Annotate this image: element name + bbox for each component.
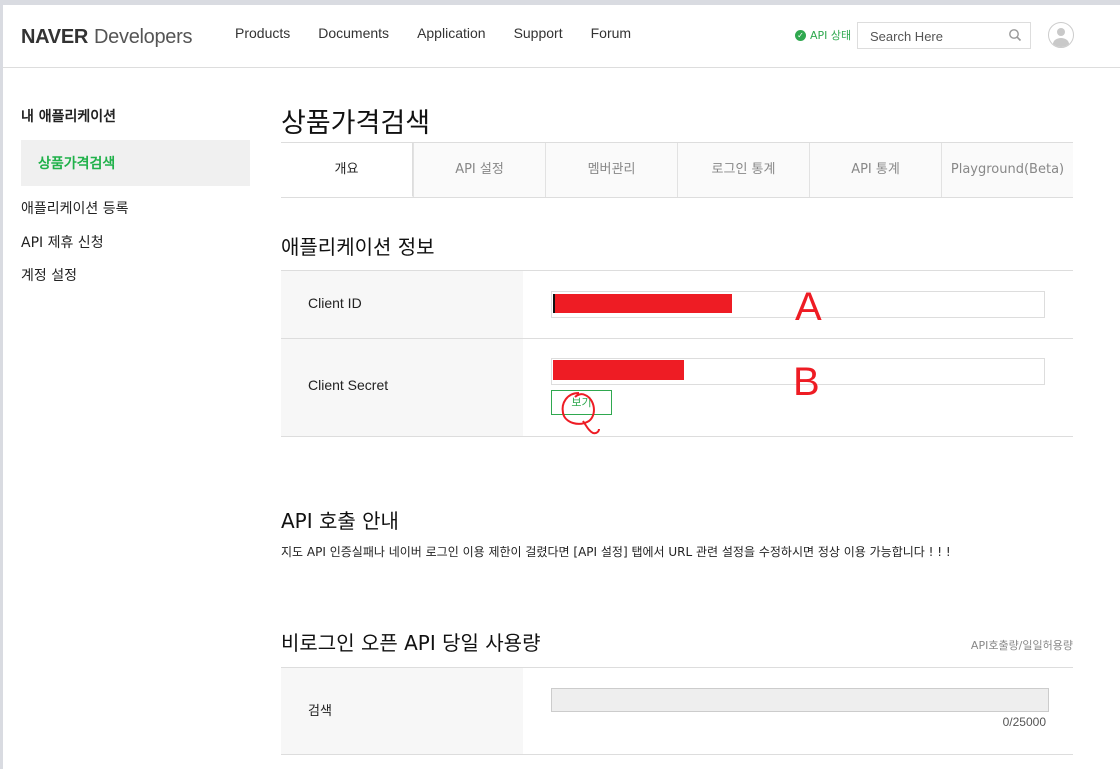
annotation-a: A <box>795 285 822 329</box>
nav-support[interactable]: Support <box>514 25 563 41</box>
logo-product: Developers <box>94 26 193 48</box>
usage-row-label: 검색 <box>308 704 332 719</box>
check-circle-icon: ✓ <box>795 29 806 41</box>
client-id-label: Client ID <box>308 295 362 311</box>
nav-application[interactable]: Application <box>417 25 486 41</box>
tab-playground[interactable]: Playground(Beta) <box>941 143 1073 197</box>
sidebar-item-active-app[interactable]: 상품가격검색 <box>21 140 250 186</box>
client-id-label-cell: Client ID <box>281 271 523 338</box>
usage-progress-bar <box>551 688 1049 712</box>
usage-table: 검색 0/25000 <box>281 667 1073 755</box>
client-secret-label-cell: Client Secret <box>281 339 523 436</box>
nav-forum[interactable]: Forum <box>591 25 631 41</box>
sidebar-title: 내 애플리케이션 <box>21 109 117 125</box>
search-input[interactable] <box>868 28 1002 45</box>
nav-products[interactable]: Products <box>235 25 290 41</box>
client-secret-row: Client Secret 보기 B <box>281 339 1073 437</box>
redaction-mark <box>554 294 732 313</box>
search-box <box>857 22 1031 49</box>
user-avatar-icon[interactable] <box>1048 22 1074 48</box>
naver-developers-logo[interactable]: NAVER Developers <box>21 24 193 49</box>
api-call-heading: API 호출 안내 <box>281 509 399 533</box>
tab-bar: 개요 API 설정 멤버관리 로그인 통계 API 통계 Playground(… <box>281 142 1073 198</box>
search-icon[interactable] <box>1008 28 1022 42</box>
sidebar-item-label: 상품가격검색 <box>38 156 116 172</box>
api-status-link[interactable]: ✓ API 상태 <box>795 27 851 43</box>
usage-label-cell: 검색 <box>281 668 523 754</box>
text-cursor <box>553 294 555 313</box>
usage-hint: API호출량/일일허용량 <box>970 639 1073 652</box>
annotation-b: B <box>793 360 820 404</box>
redaction-mark <box>553 360 684 380</box>
sidebar-item-api-partnership[interactable]: API 제휴 신청 <box>21 232 104 252</box>
usage-heading: 비로그인 오픈 API 당일 사용량 <box>281 631 541 655</box>
annotation-circle-mark <box>561 392 600 435</box>
api-call-notice: 지도 API 인증실패나 네이버 로그인 이용 제한이 걸렸다면 [API 설정… <box>281 545 951 559</box>
tab-members[interactable]: 멤버관리 <box>545 143 677 197</box>
tab-overview[interactable]: 개요 <box>281 143 413 197</box>
sidebar-item-register-app[interactable]: 애플리케이션 등록 <box>21 198 129 218</box>
api-status-label: API 상태 <box>810 29 852 42</box>
nav-documents[interactable]: Documents <box>318 25 389 41</box>
page-title: 상품가격검색 <box>281 108 431 139</box>
window-frame-left <box>0 0 3 769</box>
tab-login-stats[interactable]: 로그인 통계 <box>677 143 809 197</box>
client-id-row: Client ID A <box>281 271 1073 339</box>
app-info-heading: 애플리케이션 정보 <box>281 235 435 259</box>
app-info-table: Client ID A Client Secret 보기 B <box>281 270 1073 437</box>
sidebar-item-account-settings[interactable]: 계정 설정 <box>21 265 77 285</box>
top-header: NAVER Developers Products Documents Appli… <box>3 5 1120 68</box>
main-nav: Products Documents Application Support F… <box>235 25 631 41</box>
usage-count: 0/25000 <box>1002 715 1046 729</box>
logo-brand: NAVER <box>21 26 89 48</box>
client-secret-label: Client Secret <box>308 377 389 393</box>
tab-api-stats[interactable]: API 통계 <box>809 143 941 197</box>
tab-api-settings[interactable]: API 설정 <box>413 143 545 197</box>
